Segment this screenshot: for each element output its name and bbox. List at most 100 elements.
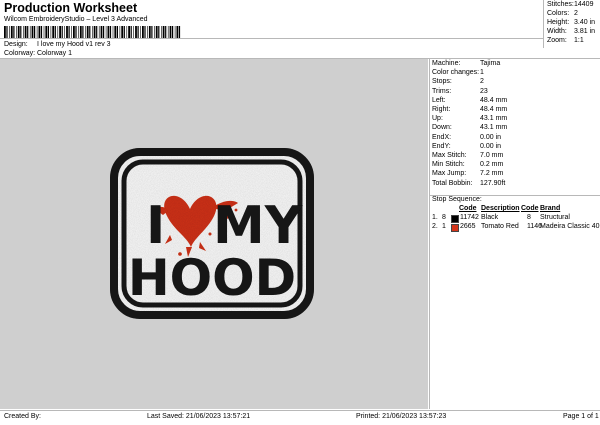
stop-code: 2665 <box>460 223 476 230</box>
info-row: Total Bobbin: 127.90ft <box>432 179 506 187</box>
barcode-bar <box>116 26 118 38</box>
barcode-bar <box>27 26 29 38</box>
barcode-bar <box>66 26 68 38</box>
barcode-bar <box>4 26 6 38</box>
barcode-bar <box>57 26 59 38</box>
barcode-bar <box>128 26 130 38</box>
barcode-bar <box>13 26 15 38</box>
barcode-bar <box>172 26 174 38</box>
design-text-my: MY <box>213 196 304 256</box>
barcode-bar <box>96 26 98 38</box>
colorway-label: Colorway: <box>4 50 36 57</box>
info-row: Min Stitch: 0.2 mm <box>432 161 504 169</box>
stop-description: Tomato Red <box>481 223 519 230</box>
info-row: Stops: 2 <box>432 78 484 86</box>
stop-stop: 1 <box>442 223 446 230</box>
barcode-bar <box>64 26 65 38</box>
barcode-bar <box>92 26 93 38</box>
barcode-bar <box>121 26 124 38</box>
barcode-bar <box>6 26 8 38</box>
barcode-bar <box>178 26 181 38</box>
barcode-bar <box>165 26 167 38</box>
printed-date: Printed: 21/06/2023 13:57:23 <box>356 413 447 420</box>
stop-brand: Structural <box>540 214 570 221</box>
design-name: I love my Hood v1 rev 3 <box>37 41 111 48</box>
barcode-bar <box>73 26 75 38</box>
column-header-brand-code: Code <box>521 205 539 212</box>
barcode-bar <box>135 26 137 38</box>
stop-code: 11742 <box>460 214 479 221</box>
barcode-bar <box>140 26 141 38</box>
barcode-bar <box>36 26 38 38</box>
column-header-brand: Brand <box>540 205 561 212</box>
divider <box>0 38 543 39</box>
barcode-bar <box>123 26 125 38</box>
software-subtitle: Wilcom EmbroideryStudio – Level 3 Advanc… <box>4 16 148 23</box>
barcode-bar <box>75 26 77 38</box>
barcode-bar <box>169 26 172 38</box>
stat-stitches: Stitches:14409 <box>547 1 594 8</box>
stop-stop: 8 <box>442 214 446 221</box>
page-title: Production Worksheet <box>4 1 138 15</box>
barcode-bar <box>167 26 169 38</box>
barcode-bar <box>174 26 176 38</box>
barcode-bar <box>61 26 63 38</box>
barcode-bar <box>85 26 86 38</box>
barcode-bar <box>144 26 146 38</box>
color-swatch <box>451 215 459 223</box>
color-swatch <box>451 224 459 232</box>
barcode-bar <box>109 26 112 38</box>
page-number: Page 1 of 1 <box>563 413 599 420</box>
barcode-bar <box>151 26 153 38</box>
barcode-bar <box>158 26 160 38</box>
barcode-bar <box>148 26 151 38</box>
barcode-bar <box>52 26 55 38</box>
info-row: Left: 48.4 mm <box>432 96 508 104</box>
stat-height: Height: 3.40 in <box>547 19 596 26</box>
barcode-bar <box>59 26 61 38</box>
info-row: Max Stitch: 7.0 mm <box>432 152 504 159</box>
barcode-bar <box>17 26 20 38</box>
info-row: Machine: Tajima <box>432 60 501 67</box>
stat-colors: Colors: 2 <box>547 10 578 17</box>
barcode-bar <box>103 26 105 38</box>
barcode-bar <box>38 26 41 38</box>
barcode-bar <box>20 26 22 38</box>
design-text-i: I <box>146 196 165 256</box>
barcode-bar <box>31 26 34 38</box>
stop-num: 1. <box>432 214 438 221</box>
last-saved: Last Saved: 21/06/2023 13:57:21 <box>147 413 251 420</box>
stat-width: Width: 3.81 in <box>547 28 596 35</box>
info-row: Color changes:1 <box>432 69 484 77</box>
barcode-bar <box>79 26 82 38</box>
stop-num: 2. <box>432 223 438 230</box>
embroidery-design: I MY HOOD <box>110 148 314 319</box>
colorway-name: Colorway 1 <box>37 50 73 57</box>
stats-box: Stitches:14409 Colors: 2 Height: 3.40 in W… <box>543 0 600 48</box>
barcode <box>4 26 181 38</box>
barcode-bar <box>43 26 45 38</box>
design-preview: I MY HOOD <box>0 59 428 409</box>
barcode-bar <box>29 26 31 38</box>
stop-brand-code: 8 <box>527 214 531 221</box>
stop-sequence-row: 1. 8 11742 Black 8 Structural <box>430 214 600 223</box>
machine-info-panel: Machine: Tajima Color changes:1 Stops: 2 Trim… <box>429 59 600 409</box>
barcode-bar <box>126 26 128 38</box>
barcode-bar <box>155 26 158 38</box>
info-row: EndY: 0.00 in <box>432 142 502 150</box>
barcode-bar <box>114 26 117 38</box>
barcode-bar <box>23 26 24 38</box>
barcode-bar <box>98 26 100 38</box>
barcode-bar <box>40 26 43 38</box>
barcode-bar <box>133 26 134 38</box>
info-row: Up: 43.1 mm <box>432 115 508 123</box>
barcode-bar <box>68 26 70 38</box>
barcode-bar <box>10 26 13 38</box>
barcode-bar <box>105 26 107 38</box>
barcode-bar <box>24 26 27 38</box>
info-row: Max Jump: 7.2 mm <box>432 170 504 178</box>
barcode-bar <box>89 26 91 38</box>
barcode-bar <box>147 26 148 38</box>
design-label: Design: <box>4 41 28 48</box>
info-row: EndX: 0.00 in <box>432 133 502 141</box>
